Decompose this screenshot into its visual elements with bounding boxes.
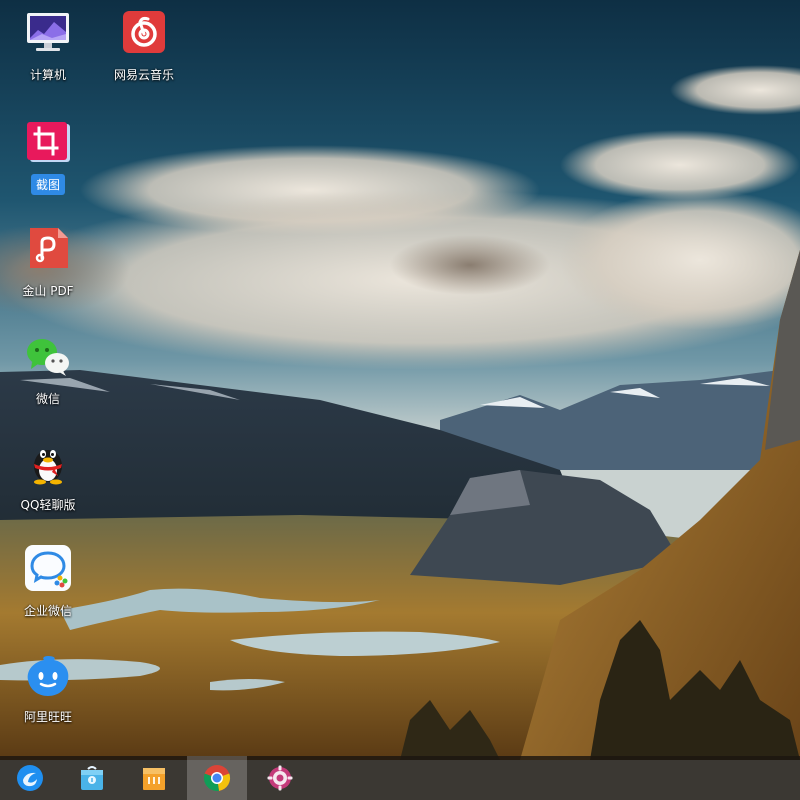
desktop-icon-aliwangwang[interactable]: 阿里旺旺 xyxy=(0,644,96,744)
taskbar xyxy=(0,756,800,800)
desktop-icon-label: 微信 xyxy=(35,392,60,406)
taskbar-app-store[interactable] xyxy=(62,756,122,800)
pdf-icon xyxy=(30,228,68,268)
wechat-icon xyxy=(27,339,69,376)
desktop[interactable]: 计算机 网易云音乐 截图 金山 PDF 微信 QQ轻聊版 企业微信 阿里旺旺 xyxy=(0,0,800,800)
launcher-icon xyxy=(17,765,43,791)
file-manager-icon xyxy=(143,768,165,790)
taskbar-file-manager[interactable] xyxy=(124,756,184,800)
taskbar-chrome[interactable] xyxy=(187,756,247,800)
wecom-icon xyxy=(25,545,71,591)
desktop-icon-computer[interactable]: 计算机 xyxy=(0,2,96,102)
desktop-icon-kingsoft-pdf[interactable]: 金山 PDF xyxy=(0,218,96,318)
netease-music-icon xyxy=(123,11,165,53)
desktop-icon-wecom[interactable]: 企业微信 xyxy=(0,538,96,638)
desktop-icon-label: 阿里旺旺 xyxy=(23,710,72,724)
desktop-icon-qq[interactable]: QQ轻聊版 xyxy=(0,432,96,532)
screenshot-icon xyxy=(27,122,70,162)
desktop-icon-label: 金山 PDF xyxy=(22,284,74,298)
desktop-icon-netease-music[interactable]: 网易云音乐 xyxy=(96,2,192,102)
desktop-icon-label-selected: 截图 xyxy=(30,174,65,195)
qq-penguin-icon xyxy=(34,450,62,485)
desktop-icon-label: QQ轻聊版 xyxy=(20,498,76,512)
selected-label-wrapper: 截图 xyxy=(0,174,96,195)
desktop-icon-label: 企业微信 xyxy=(23,604,72,618)
desktop-icon-label: 网易云音乐 xyxy=(113,68,174,82)
desktop-icon-screenshot[interactable]: 截图 xyxy=(0,112,96,212)
app-store-icon xyxy=(81,766,103,790)
settings-icon xyxy=(267,765,293,791)
wallpaper xyxy=(0,0,800,800)
taskbar-launcher[interactable] xyxy=(0,756,60,800)
aliwangwang-icon xyxy=(27,656,69,696)
computer-icon xyxy=(27,13,69,51)
desktop-icon-label: 计算机 xyxy=(29,68,66,82)
desktop-icon-wechat[interactable]: 微信 xyxy=(0,326,96,426)
chrome-icon xyxy=(203,765,231,792)
taskbar-settings[interactable] xyxy=(250,756,310,800)
